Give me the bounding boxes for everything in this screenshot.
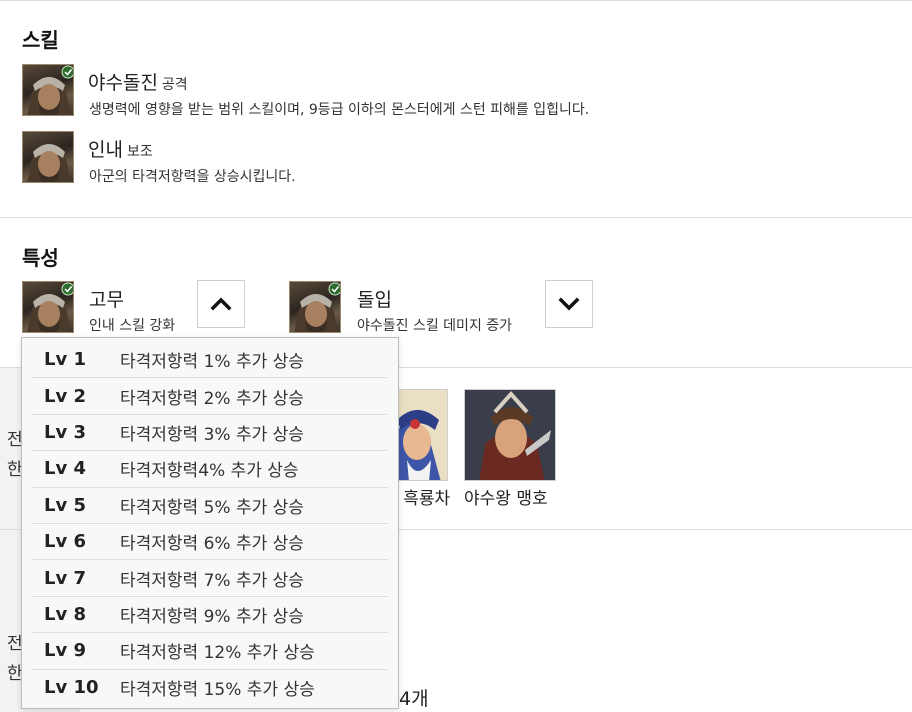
skill-type-1: 공격 — [161, 77, 188, 93]
hero-card-beast-king[interactable] — [464, 389, 556, 481]
trait-levels-list: Lv 1 타격저항력 1% 추가 상승 Lv 2 타격저항력 2% 추가 상승 Lv 3… — [32, 342, 388, 706]
trait-level-label: Lv 5 — [44, 494, 86, 516]
hero-name-beast-king: 야수왕 맹호 — [464, 489, 548, 509]
chevron-down-icon — [558, 297, 580, 311]
trait-level-row: Lv 10 타격저항력 15% 추가 상승 — [32, 670, 388, 706]
trait-level-effect: 타격저항력 15% 추가 상승 — [120, 680, 315, 701]
trait-level-label: Lv 6 — [44, 531, 86, 553]
skills-section-title: 스킬 — [22, 28, 59, 52]
trait-name-1: 고무 — [89, 289, 124, 311]
trait-level-row: Lv 3 타격저항력 3% 추가 상승 — [32, 415, 388, 452]
trait-level-row: Lv 1 타격저항력 1% 추가 상승 — [32, 342, 388, 379]
skill-desc-2: 아군의 타격저항력을 상승시킵니다. — [89, 169, 296, 185]
trait-name-2: 돌입 — [357, 289, 392, 311]
trait-level-effect: 타격저항력 2% 추가 상승 — [120, 388, 304, 409]
skill-desc-1: 생명력에 영향을 받는 범위 스킬이며, 9등급 이하의 몬스터에게 스턴 피해… — [89, 102, 590, 118]
hero-name-black-dragon: ! 흑룡차 — [391, 489, 451, 509]
trait-level-row: Lv 6 타격저항력 6% 추가 상승 — [32, 524, 388, 561]
trait-level-label: Lv 8 — [44, 603, 86, 625]
trait-1-collapse-button[interactable] — [197, 280, 245, 328]
skill-name-1: 야수돌진 공격 — [88, 68, 188, 95]
trait-level-effect: 타격저항력 1% 추가 상승 — [120, 352, 304, 373]
trait-level-label: Lv 4 — [44, 458, 86, 480]
trait-level-row: Lv 8 타격저항력 9% 추가 상승 — [32, 597, 388, 634]
trait-level-effect: 타격저항력 12% 추가 상승 — [120, 643, 315, 664]
trait-level-label: Lv 1 — [44, 349, 86, 371]
skill-name-2: 인내 보조 — [88, 135, 153, 162]
trait-level-effect: 타격저항력 3% 추가 상승 — [120, 424, 304, 445]
trait-2-expand-button[interactable] — [545, 280, 593, 328]
skill-portrait-1 — [22, 64, 74, 116]
trait-level-label: Lv 7 — [44, 567, 86, 589]
trait-level-label: Lv 3 — [44, 421, 86, 443]
trait-portrait-2 — [289, 281, 341, 333]
traits-section-title: 특성 — [22, 246, 59, 270]
trait-portrait-1 — [22, 281, 74, 333]
skill-portrait-2 — [22, 131, 74, 183]
trait-level-label: Lv 9 — [44, 640, 86, 662]
top-divider — [0, 0, 912, 1]
skill-name-1-text: 야수돌진 — [88, 72, 158, 94]
item-count-text: 4개 — [399, 688, 429, 710]
trait-level-label: Lv 2 — [44, 385, 86, 407]
trait-level-row: Lv 2 타격저항력 2% 추가 상승 — [32, 378, 388, 415]
trait-level-effect: 타격저항력 9% 추가 상승 — [120, 606, 304, 627]
trait-desc-1: 인내 스킬 강화 — [89, 318, 176, 334]
section-divider-1 — [0, 217, 912, 218]
chevron-up-icon — [210, 297, 232, 311]
trait-level-effect: 타격저항력 6% 추가 상승 — [120, 534, 304, 555]
skill-type-2: 보조 — [126, 144, 153, 160]
trait-level-row: Lv 5 타격저항력 5% 추가 상승 — [32, 488, 388, 524]
trait-level-effect: 타격저항력4% 추가 상승 — [120, 461, 299, 482]
trait-level-row: Lv 7 타격저항력 7% 추가 상승 — [32, 560, 388, 597]
trait-level-row: Lv 4 타격저항력4% 추가 상승 — [32, 451, 388, 488]
trait-level-effect: 타격저항력 7% 추가 상승 — [120, 570, 304, 591]
trait-level-label: Lv 10 — [44, 677, 99, 699]
trait-levels-dropdown: Lv 1 타격저항력 1% 추가 상승 Lv 2 타격저항력 2% 추가 상승 Lv 3… — [21, 337, 399, 709]
trait-level-effect: 타격저항력 5% 추가 상승 — [120, 497, 304, 518]
skill-name-2-text: 인내 — [88, 139, 123, 161]
trait-level-row: Lv 9 타격저항력 12% 추가 상승 — [32, 633, 388, 670]
trait-desc-2: 야수돌진 스킬 데미지 증가 — [357, 318, 513, 334]
